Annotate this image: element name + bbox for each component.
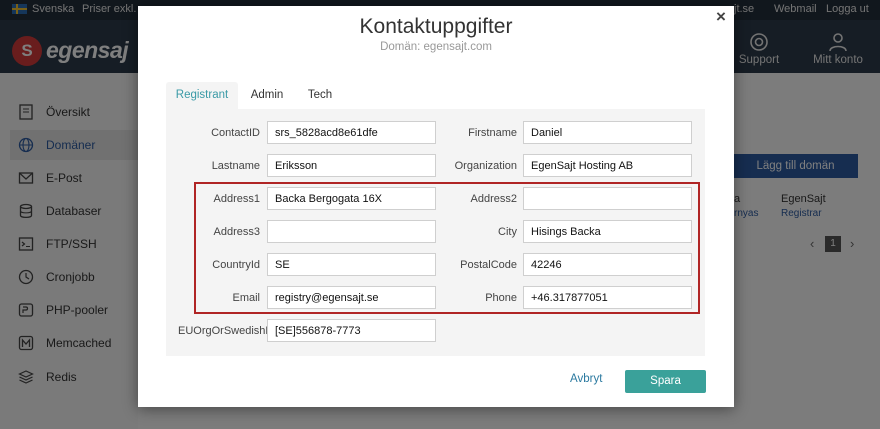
- address2-label: Address2: [470, 193, 517, 205]
- address3-field[interactable]: [267, 220, 436, 243]
- modal-title: Kontaktuppgifter: [359, 15, 513, 38]
- city-field[interactable]: [523, 220, 692, 243]
- organization-label: Organization: [454, 160, 517, 172]
- address1-field[interactable]: [267, 187, 436, 210]
- postal-code-label: PostalCode: [460, 259, 517, 271]
- eu-org-field[interactable]: [267, 319, 436, 342]
- city-label: City: [498, 226, 517, 238]
- email-field[interactable]: [267, 286, 436, 309]
- address3-label: Address3: [213, 226, 260, 238]
- address1-label: Address1: [213, 193, 260, 205]
- lastname-field[interactable]: [267, 154, 436, 177]
- email-label: Email: [232, 292, 260, 304]
- country-id-label: CountryId: [212, 259, 260, 271]
- tab-tech[interactable]: Tech: [298, 82, 342, 109]
- firstname-label: Firstname: [468, 127, 517, 139]
- contact-id-field[interactable]: [267, 121, 436, 144]
- firstname-field[interactable]: [523, 121, 692, 144]
- lastname-label: Lastname: [211, 160, 260, 172]
- phone-label: Phone: [485, 292, 517, 304]
- organization-field[interactable]: [523, 154, 692, 177]
- cancel-button[interactable]: Avbryt: [570, 373, 602, 385]
- phone-field[interactable]: [523, 286, 692, 309]
- contact-id-label: ContactID: [211, 127, 260, 139]
- contact-details-modal: × Kontaktuppgifter Domän: egensajt.com R…: [138, 6, 734, 407]
- save-button[interactable]: Spara: [625, 370, 706, 393]
- address2-field[interactable]: [523, 187, 692, 210]
- postal-code-field[interactable]: [523, 253, 692, 276]
- country-id-field[interactable]: [267, 253, 436, 276]
- eu-org-label: EUOrgOrSwedishPe: [178, 325, 267, 337]
- tab-registrant[interactable]: Registrant: [166, 82, 238, 109]
- modal-subtitle: Domän: egensajt.com: [380, 41, 492, 53]
- tab-admin[interactable]: Admin: [242, 82, 292, 109]
